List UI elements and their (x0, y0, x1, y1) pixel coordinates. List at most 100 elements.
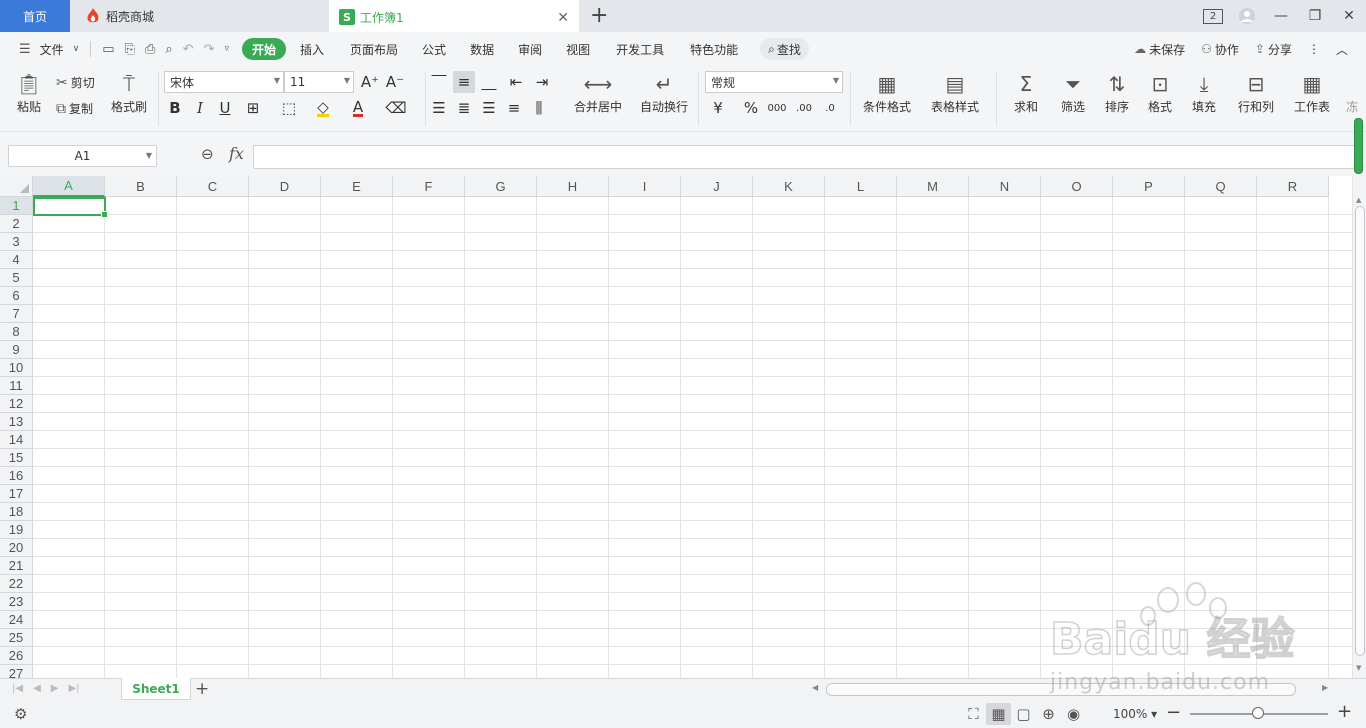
avatar-icon[interactable] (1230, 0, 1264, 32)
row-header-16[interactable]: 16 (0, 467, 33, 485)
column-header-m[interactable]: M (897, 176, 969, 197)
window-close-icon[interactable]: ✕ (1332, 0, 1366, 32)
row-header-13[interactable]: 13 (0, 413, 33, 431)
print-icon[interactable]: ⎙ (140, 42, 160, 57)
row-header-15[interactable]: 15 (0, 449, 33, 467)
sheet-tab-sheet1[interactable]: Sheet1 (121, 678, 191, 700)
menu-file[interactable]: 文件 (36, 38, 68, 60)
save-icon[interactable]: ▭ (97, 42, 119, 57)
export-pdf-icon[interactable]: ⎘ (120, 42, 140, 57)
menu-insert[interactable]: 插入 (286, 38, 338, 60)
row-header-18[interactable]: 18 (0, 503, 33, 521)
font-size-select[interactable]: 11 ▼ (284, 71, 354, 93)
active-cell-a1[interactable] (33, 197, 108, 218)
italic-icon[interactable]: I (189, 97, 211, 119)
collapse-ribbon-icon[interactable]: ︿ (1328, 38, 1356, 60)
menu-formulas[interactable]: 公式 (410, 38, 458, 60)
row-header-22[interactable]: 22 (0, 575, 33, 593)
fullscreen-icon[interactable]: ⛶ (961, 703, 986, 725)
borders-icon[interactable]: ⊞ (242, 97, 264, 119)
fill-button[interactable]: ⤓ 填充 (1184, 70, 1224, 115)
zoom-formula-icon[interactable]: ⊖ (201, 145, 214, 163)
chevron-down-icon[interactable]: ∨ (68, 44, 85, 54)
document-indicator-bar[interactable] (1354, 118, 1363, 174)
row-header-8[interactable]: 8 (0, 323, 33, 341)
row-header-24[interactable]: 24 (0, 611, 33, 629)
collaborate-button[interactable]: ⚇ 协作 (1193, 38, 1247, 60)
column-header-r[interactable]: R (1257, 176, 1329, 197)
scroll-left-icon[interactable]: ◀ (812, 683, 818, 692)
normal-view-icon[interactable]: ▦ (986, 703, 1011, 725)
last-sheet-icon[interactable]: ▶| (68, 683, 79, 694)
decrease-indent-icon[interactable]: ⇤ (505, 71, 527, 93)
column-header-g[interactable]: G (465, 176, 537, 197)
menu-page-layout[interactable]: 页面布局 (338, 38, 410, 60)
align-left-icon[interactable]: ☰ (428, 97, 450, 119)
scroll-right-icon[interactable]: ▶ (1322, 683, 1328, 692)
menu-home[interactable]: 开始 (242, 38, 287, 60)
merge-center-button[interactable]: ⟷ 合并居中 (566, 70, 630, 115)
column-header-k[interactable]: K (753, 176, 825, 197)
zoom-level[interactable]: 100% ▾ (1113, 707, 1157, 721)
macro-icon[interactable]: ⚙ (14, 705, 27, 723)
increase-indent-icon[interactable]: ⇥ (531, 71, 553, 93)
column-header-f[interactable]: F (393, 176, 465, 197)
add-sheet-button[interactable]: + (195, 679, 209, 699)
row-header-7[interactable]: 7 (0, 305, 33, 323)
format-button[interactable]: ⊡ 格式 (1140, 70, 1180, 115)
paste-button[interactable]: 📋︎ 粘贴 (10, 70, 48, 115)
row-header-14[interactable]: 14 (0, 431, 33, 449)
increase-decimal-icon[interactable]: .00 (793, 97, 815, 119)
underline-icon[interactable]: U (214, 97, 236, 119)
rows-columns-button[interactable]: ⊟ 行和列 (1230, 70, 1282, 115)
currency-icon[interactable]: ¥ (707, 97, 729, 119)
page-layout-view-icon[interactable]: ▢ (1011, 703, 1036, 725)
zoom-out-button[interactable]: − (1166, 702, 1181, 723)
column-header-d[interactable]: D (249, 176, 321, 197)
tab-store[interactable]: 稻壳商城 (72, 0, 327, 32)
row-header-26[interactable]: 26 (0, 647, 33, 665)
column-header-p[interactable]: P (1113, 176, 1185, 197)
increase-font-icon[interactable]: A⁺ (359, 71, 381, 93)
cell-area[interactable] (33, 197, 1352, 678)
justify-icon[interactable]: ≡ (503, 97, 525, 119)
reading-mode-icon[interactable]: ◉ (1061, 703, 1086, 725)
row-header-12[interactable]: 12 (0, 395, 33, 413)
undo-icon[interactable]: ↶ (178, 42, 199, 57)
sort-button[interactable]: ⇅ 排序 (1097, 70, 1137, 115)
align-center-icon[interactable]: ≣ (453, 97, 475, 119)
menu-view[interactable]: 视图 (554, 38, 602, 60)
window-count-badge[interactable]: 2 (1203, 8, 1223, 24)
menu-data[interactable]: 数据 (458, 38, 506, 60)
align-bottom-icon[interactable]: ⎽ (478, 71, 500, 93)
column-header-b[interactable]: B (105, 176, 177, 197)
thousands-separator-icon[interactable]: 000 (766, 97, 788, 119)
vertical-scrollbar[interactable]: ▲ ▼ (1352, 176, 1366, 678)
row-header-11[interactable]: 11 (0, 377, 33, 395)
next-sheet-icon[interactable]: ▶ (51, 683, 59, 694)
name-box[interactable]: A1 ▼ (8, 145, 157, 167)
print-preview-icon[interactable]: ⌕ (160, 42, 177, 57)
spreadsheet-grid[interactable]: ABCDEFGHIJKLMNOPQR 1 2 3 4 5 6 7 8 9 10 11 12 13 14 15… (0, 176, 1352, 678)
row-header-19[interactable]: 19 (0, 521, 33, 539)
percent-icon[interactable]: % (740, 97, 762, 119)
freeze-button[interactable]: 冻 (1342, 70, 1362, 115)
tab-home[interactable]: 首页 (0, 0, 70, 32)
column-header-e[interactable]: E (321, 176, 393, 197)
column-header-a[interactable]: A (33, 176, 105, 197)
fill-color-icon[interactable]: ◇ (312, 97, 334, 119)
unsaved-status[interactable]: ☁ 未保存 (1126, 38, 1193, 60)
copy-button[interactable]: ⧉ 复制 (56, 100, 93, 117)
zoom-in-button[interactable]: + (1337, 701, 1352, 722)
menu-special-features[interactable]: 特色功能 (678, 38, 750, 60)
select-all-corner[interactable] (0, 176, 33, 197)
format-painter-button[interactable]: ⍑ 格式刷 (108, 70, 150, 115)
wrap-text-button[interactable]: ↵ 自动换行 (636, 70, 692, 115)
row-header-17[interactable]: 17 (0, 485, 33, 503)
row-header-25[interactable]: 25 (0, 629, 33, 647)
restore-icon[interactable]: ❐ (1298, 0, 1332, 32)
row-header-20[interactable]: 20 (0, 539, 33, 557)
page-break-view-icon[interactable]: ⊕ (1036, 703, 1061, 725)
search-button[interactable]: ⌕ 查找 (760, 38, 809, 60)
formula-input[interactable] (253, 145, 1358, 169)
